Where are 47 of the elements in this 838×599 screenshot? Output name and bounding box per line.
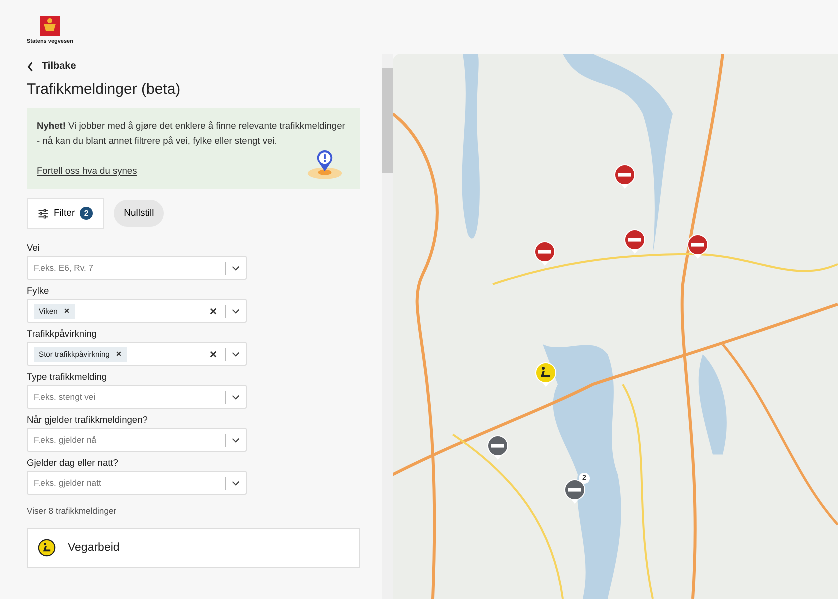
result-card[interactable]: Vegarbeid <box>27 528 360 568</box>
chevron-down-icon[interactable] <box>232 438 240 442</box>
no-entry-marker-icon[interactable] <box>564 479 586 505</box>
feedback-link[interactable]: Fortell oss hva du synes <box>37 166 138 176</box>
no-entry-marker-icon[interactable] <box>487 435 509 461</box>
remove-icon[interactable] <box>64 308 70 314</box>
roadwork-marker-icon[interactable] <box>535 362 557 388</box>
no-entry-marker-icon[interactable] <box>614 164 636 190</box>
logo-icon <box>39 16 62 36</box>
page-title: Trafikkmeldinger (beta) <box>27 81 182 98</box>
select-field[interactable]: F.eks. E6, Rv. 7 <box>27 256 247 280</box>
chevron-left-icon <box>27 62 34 72</box>
filter-label: Trafikkpåvirkning <box>27 329 98 339</box>
filter-button[interactable]: Filter 2 <box>27 198 104 229</box>
chevron-down-icon[interactable] <box>232 394 240 400</box>
filter-label: Fylke <box>27 286 50 296</box>
chevron-down-icon[interactable] <box>232 352 240 356</box>
clear-icon[interactable] <box>210 308 217 314</box>
chevron-down-icon[interactable] <box>232 266 240 270</box>
no-entry-marker-icon[interactable] <box>687 234 709 260</box>
select-field[interactable]: F.eks. stengt vei <box>27 385 247 409</box>
chevron-down-icon[interactable] <box>232 308 240 314</box>
select-placeholder: F.eks. gjelder nå <box>34 435 97 445</box>
notice-text: Nyhet! Vi jobber med å gjøre det enklere å finne relevante trafikkmeldinger - nå kan du blant annet filtrere på vei, fylke eller stengt vei. <box>37 120 346 148</box>
map-pin-illustration-icon <box>306 149 344 181</box>
select-placeholder: F.eks. E6, Rv. 7 <box>34 263 94 273</box>
sliders-icon <box>38 208 49 218</box>
scrollbar[interactable] <box>382 54 393 599</box>
chevron-down-icon[interactable] <box>232 480 240 486</box>
select-placeholder: F.eks. gjelder natt <box>34 478 102 488</box>
clear-icon[interactable] <box>210 350 217 358</box>
select-field[interactable]: F.eks. gjelder nå <box>27 428 247 452</box>
result-count: Viser 8 trafikkmeldinger <box>27 506 118 516</box>
no-entry-marker-icon[interactable] <box>624 229 646 255</box>
filter-label: Vei <box>27 243 41 253</box>
filter-label: Type trafikkmelding <box>27 372 108 382</box>
filter-label: Gjelder dag eller natt? <box>27 458 120 468</box>
reset-button[interactable]: Nullstill <box>114 200 164 227</box>
roadwork-icon <box>38 539 56 557</box>
select-field[interactable]: F.eks. gjelder natt <box>27 471 247 495</box>
back-link[interactable]: Tilbake <box>27 61 76 72</box>
result-title: Vegarbeid <box>68 542 120 554</box>
remove-icon[interactable] <box>116 351 122 357</box>
filter-count-badge: 2 <box>80 207 94 220</box>
select-placeholder: F.eks. stengt vei <box>34 392 96 402</box>
no-entry-marker-icon[interactable] <box>534 241 556 267</box>
filter-label: Når gjelder trafikkmeldingen? <box>27 415 149 425</box>
